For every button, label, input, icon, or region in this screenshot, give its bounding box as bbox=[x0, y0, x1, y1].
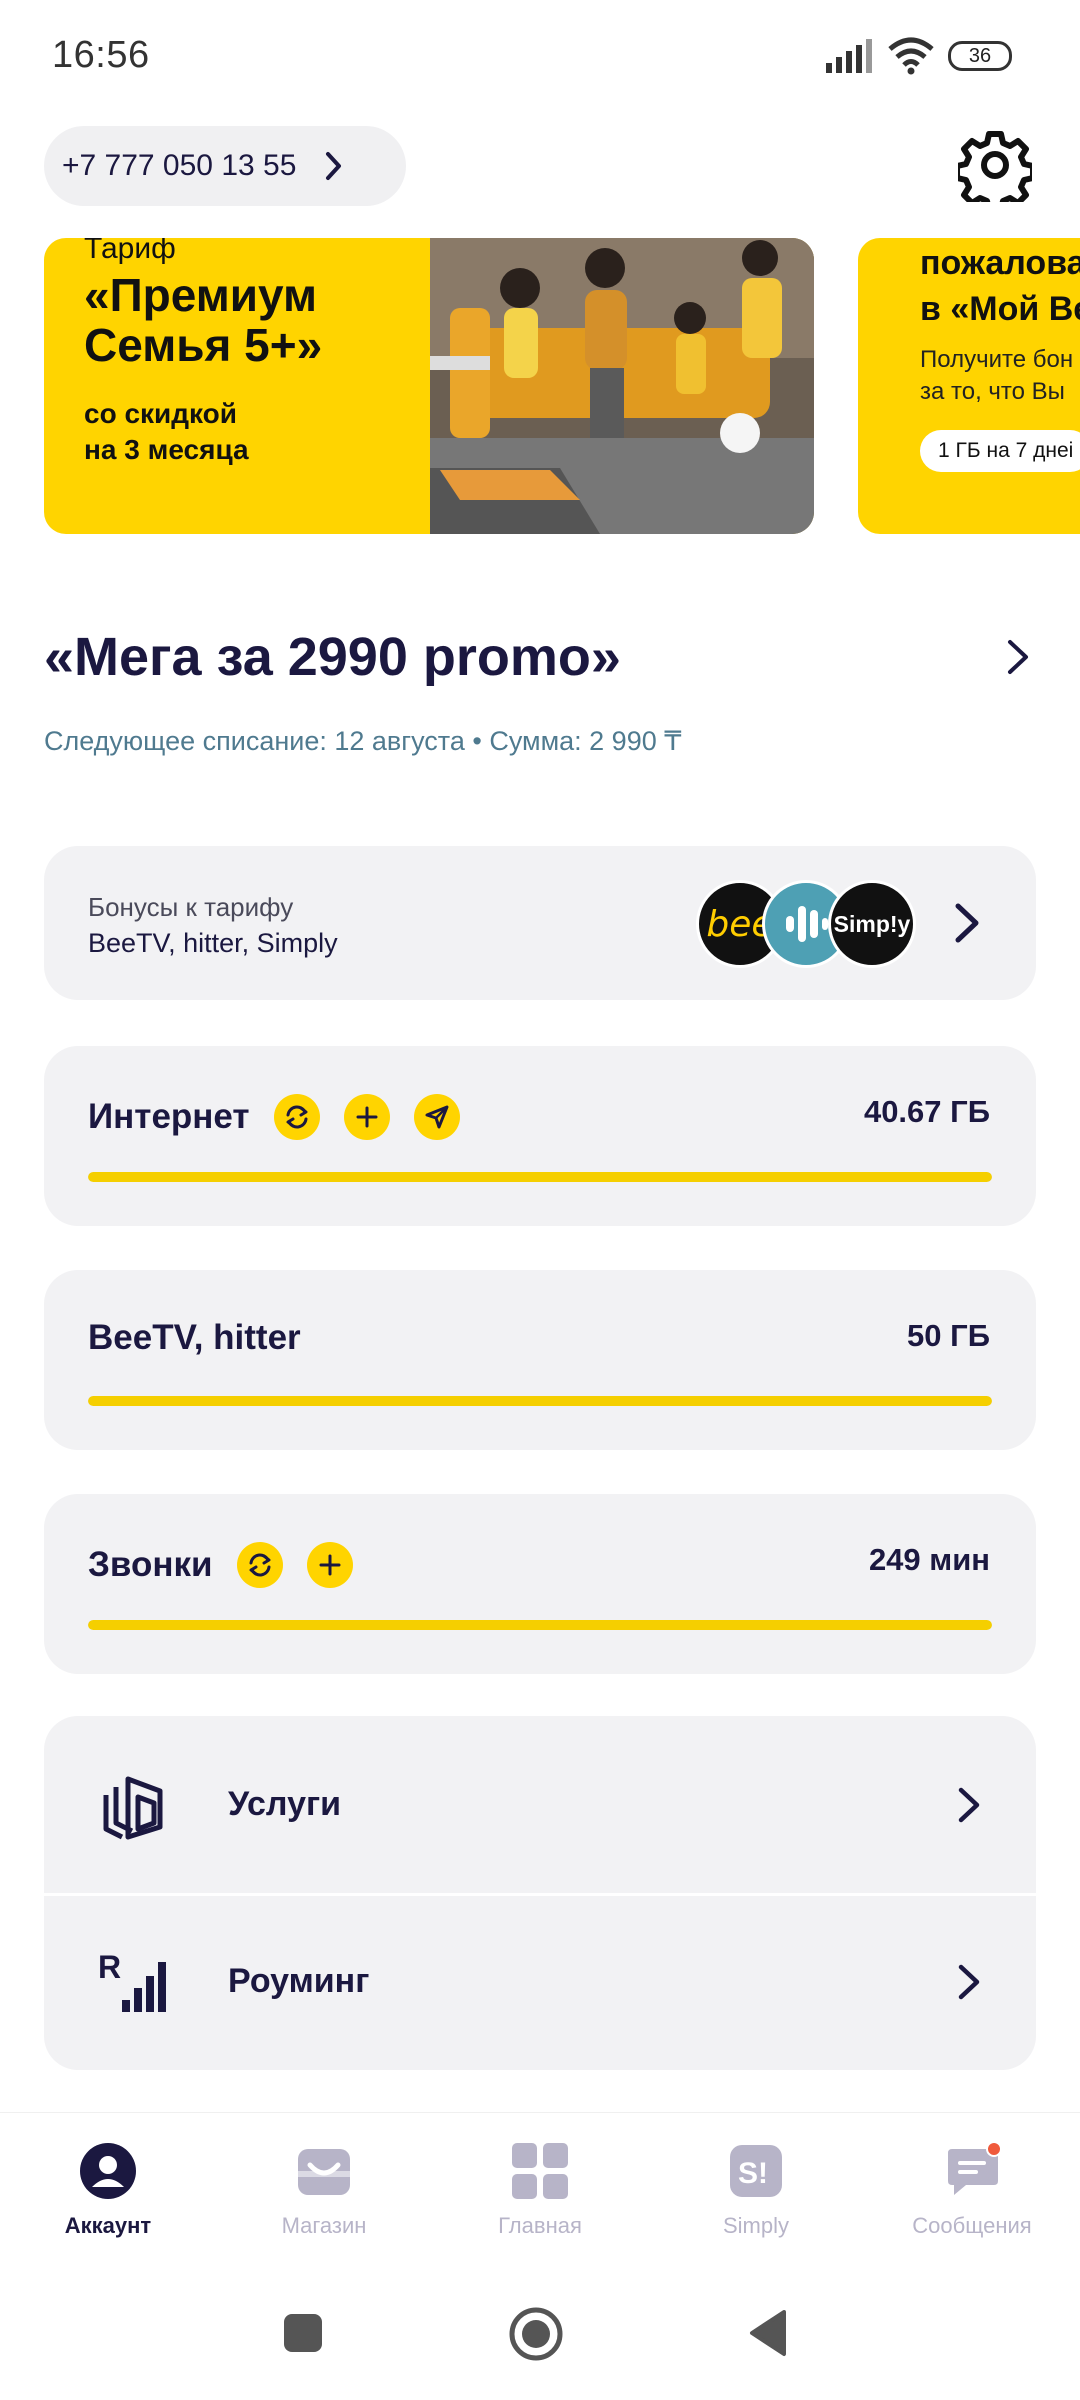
promo-banner-premium-family[interactable]: Тариф «Премиум Семья 5+» со скидкой на 3… bbox=[44, 238, 814, 534]
home-button[interactable] bbox=[508, 2306, 564, 2362]
signal-icon bbox=[826, 39, 872, 73]
usage-amount: 50 ГБ bbox=[907, 1318, 990, 1353]
chevron-right-icon[interactable] bbox=[1000, 636, 1036, 678]
banner2-headline: пожалова в «Мой Be bbox=[920, 244, 1080, 328]
simply-logo: Simp!y bbox=[828, 880, 916, 968]
beetv-hitter-usage-card[interactable]: BeeTV, hitter 50 ГБ bbox=[44, 1270, 1036, 1450]
usage-progress-bar bbox=[88, 1396, 992, 1406]
bonus-logos: bee Simp!y bbox=[696, 880, 946, 968]
status-time: 16:56 bbox=[52, 34, 150, 76]
recent-apps-button[interactable] bbox=[284, 2314, 322, 2352]
menu-item-label: Услуги bbox=[228, 1785, 342, 1823]
simply-icon: S! bbox=[730, 2145, 782, 2197]
nav-simply[interactable]: S! Simply bbox=[666, 2141, 846, 2239]
promo-banner-welcome[interactable]: пожалова в «Мой Be Получите бон за то, ч… bbox=[858, 238, 1080, 534]
chevron-right-icon bbox=[958, 1964, 980, 1999]
plus-icon[interactable] bbox=[343, 1094, 390, 1140]
tariff-title[interactable]: «Мега за 2990 promo» bbox=[44, 626, 621, 688]
banner-kicker: Тариф bbox=[84, 238, 176, 265]
chevron-right-icon bbox=[324, 151, 344, 181]
nav-label: Сообщения bbox=[912, 2213, 1032, 2238]
usage-title: BeeTV, hitter bbox=[88, 1318, 301, 1357]
banner-text: Тариф «Премиум Семья 5+» со скидкой на 3… bbox=[84, 238, 322, 468]
menu-item-services[interactable]: Услуги bbox=[44, 1716, 1036, 1893]
plus-icon[interactable] bbox=[306, 1542, 353, 1588]
chevron-right-icon bbox=[955, 903, 979, 943]
bonuses-value: BeeTV, hitter, Simply bbox=[88, 928, 338, 958]
usage-amount: 40.67 ГБ bbox=[863, 1094, 990, 1129]
account-icon bbox=[80, 2143, 136, 2199]
nav-label: Аккаунт bbox=[64, 2213, 152, 2238]
usage-progress-bar bbox=[88, 1172, 992, 1182]
nav-label: Главная bbox=[498, 2213, 582, 2238]
notification-dot bbox=[986, 2141, 1002, 2157]
battery-icon: 36 bbox=[948, 41, 1012, 71]
services-icon bbox=[103, 1776, 163, 1839]
usage-amount: 249 мин bbox=[868, 1542, 990, 1577]
wifi-icon bbox=[888, 37, 934, 75]
status-icons: 36 bbox=[824, 36, 1012, 76]
banner-subtitle: со скидкой на 3 месяца bbox=[84, 398, 249, 465]
nav-home[interactable]: Главная bbox=[450, 2141, 630, 2239]
gear-icon[interactable] bbox=[958, 128, 1032, 202]
svg-text:R: R bbox=[98, 1949, 121, 1985]
roaming-icon: R bbox=[98, 1949, 166, 2012]
nav-account[interactable]: Аккаунт bbox=[18, 2141, 198, 2239]
banner2-text: Получите бон за то, что Вы bbox=[920, 346, 1074, 405]
phone-number: +7 777 050 13 55 bbox=[62, 149, 297, 182]
refresh-icon[interactable] bbox=[273, 1094, 320, 1140]
usage-title: Интернет bbox=[88, 1097, 250, 1136]
next-charge-info: Следующее списание: 12 августа • Сумма: … bbox=[44, 726, 682, 756]
send-icon[interactable] bbox=[413, 1094, 460, 1140]
banner-headline: «Премиум Семья 5+» bbox=[84, 269, 323, 371]
nav-messages[interactable]: Сообщения bbox=[882, 2141, 1062, 2239]
menu-item-label: Роуминг bbox=[228, 1962, 370, 2000]
back-button[interactable] bbox=[748, 2308, 788, 2358]
calls-usage-card[interactable]: Звонки 249 мин bbox=[44, 1494, 1036, 1674]
nav-shop[interactable]: Магазин bbox=[234, 2141, 414, 2239]
nav-label: Simply bbox=[722, 2213, 789, 2238]
chevron-right-icon bbox=[958, 1787, 980, 1822]
usage-progress-bar bbox=[88, 1620, 992, 1630]
svg-text:S!: S! bbox=[738, 2157, 768, 2190]
nav-label: Магазин bbox=[281, 2213, 367, 2238]
menu-card: Услуги R Роуминг bbox=[44, 1716, 1036, 2070]
refresh-icon[interactable] bbox=[236, 1542, 283, 1588]
bottom-navigation: Аккаунт Магазин Главная S! Simply Сообще… bbox=[0, 2112, 1080, 2262]
internet-usage-card[interactable]: Интернет 40.67 ГБ bbox=[44, 1046, 1036, 1226]
tariff-bonuses-card[interactable]: Бонусы к тарифу BeeTV, hitter, Simply be… bbox=[44, 846, 1036, 1000]
messages-icon bbox=[948, 2141, 1002, 2195]
family-photo-image bbox=[430, 238, 814, 534]
banner2-chip: 1 ГБ на 7 днеі bbox=[920, 430, 1080, 472]
shop-icon bbox=[298, 2149, 350, 2195]
bonuses-label: Бонусы к тарифу bbox=[88, 892, 294, 922]
home-grid-icon bbox=[512, 2143, 568, 2199]
usage-title: Звонки bbox=[88, 1545, 213, 1584]
menu-item-roaming[interactable]: R Роуминг bbox=[44, 1893, 1036, 2070]
phone-number-selector[interactable]: +7 777 050 13 55 bbox=[44, 126, 406, 206]
